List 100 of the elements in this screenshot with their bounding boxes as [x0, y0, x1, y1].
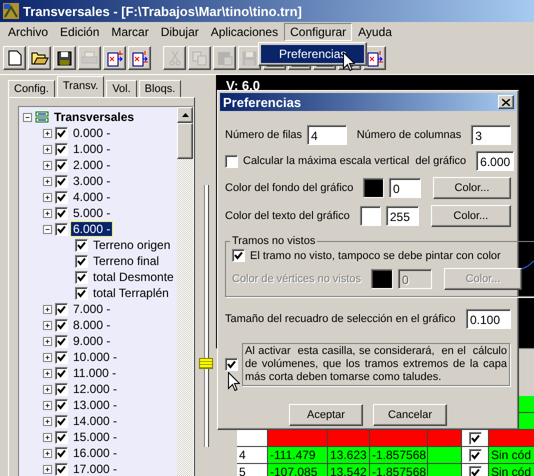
expand-icon[interactable] [43, 464, 52, 474]
checkbox[interactable] [55, 142, 68, 156]
checkbox[interactable] [55, 206, 68, 220]
tab[interactable]: Vol. [106, 80, 137, 97]
checkbox[interactable] [55, 446, 68, 460]
slider-thumb[interactable] [198, 358, 212, 368]
checkbox[interactable] [232, 249, 245, 262]
tree-item[interactable]: 8.000 - [71, 318, 112, 332]
tree-item[interactable]: 0.000 - [71, 126, 112, 140]
expand-icon[interactable] [43, 448, 52, 458]
checkbox[interactable] [55, 318, 68, 332]
expand-icon[interactable] [43, 352, 52, 362]
menu-item[interactable]: Marcar [105, 23, 155, 41]
expand-icon[interactable] [43, 432, 52, 442]
tree-item[interactable]: 5.000 - [71, 206, 112, 220]
tree-item[interactable]: 15.000 - [71, 430, 120, 444]
tree-item[interactable]: 14.000 - [71, 414, 120, 428]
expand-icon[interactable] [43, 160, 52, 170]
color-button[interactable]: Color... [430, 205, 512, 227]
checkbox[interactable] [55, 190, 68, 204]
menu-item[interactable]: Configurar [284, 23, 352, 41]
scrollbar-thumb[interactable] [177, 123, 193, 159]
expand-icon[interactable] [43, 400, 52, 410]
checkbox[interactable] [225, 154, 238, 168]
input-field[interactable]: 6.000 [476, 151, 514, 171]
tree-item[interactable]: 2.000 - [71, 158, 112, 172]
tree-item[interactable]: total Terraplén [91, 286, 171, 300]
toolbar-button[interactable] [3, 46, 26, 70]
expand-icon[interactable] [43, 384, 52, 394]
tree-item[interactable]: 13.000 - [71, 398, 120, 412]
checkbox[interactable] [55, 398, 68, 412]
checkbox[interactable] [55, 366, 68, 380]
menu-item[interactable]: Dibujar [154, 23, 205, 41]
checkbox[interactable] [55, 430, 68, 444]
collapse-icon[interactable] [23, 112, 32, 122]
tree-item[interactable]: Terreno origen [91, 238, 172, 252]
scroll-up-icon[interactable] [182, 113, 188, 117]
dialog-button[interactable]: Aceptar [289, 404, 363, 426]
tab[interactable]: Bloqs. [138, 80, 182, 97]
tree-item[interactable]: 17.000 - [71, 462, 120, 476]
input-field[interactable]: 0.100 [466, 309, 511, 329]
tab[interactable]: Transv. [56, 76, 104, 97]
tree-item[interactable]: 4.000 - [71, 190, 112, 204]
checkbox[interactable] [75, 238, 88, 252]
toolbar-button[interactable] [363, 46, 386, 70]
checkbox[interactable] [468, 448, 482, 462]
tree-item[interactable]: Terreno final [91, 254, 162, 268]
toolbar-button[interactable] [103, 46, 126, 70]
expand-icon[interactable] [43, 176, 52, 186]
toolbar-button[interactable] [28, 46, 51, 70]
checkbox[interactable] [468, 466, 482, 476]
expand-icon[interactable] [43, 128, 52, 138]
expand-icon[interactable] [43, 368, 52, 378]
expand-icon[interactable] [43, 416, 52, 426]
input-field[interactable]: 3 [471, 125, 511, 145]
expand-icon[interactable] [43, 304, 52, 314]
expand-icon[interactable] [43, 144, 52, 154]
tree-item[interactable]: 10.000 - [71, 350, 120, 364]
input-field[interactable]: 255 [386, 206, 419, 226]
checkbox[interactable] [55, 350, 68, 364]
checkbox[interactable] [55, 302, 68, 316]
checkbox[interactable] [75, 270, 88, 284]
tree-item[interactable]: 11.000 - [71, 366, 118, 380]
tree-item[interactable]: total Desmonte [91, 270, 176, 284]
checkbox[interactable] [55, 334, 68, 348]
tree-item[interactable]: Transversales [52, 110, 136, 124]
tree-item[interactable]: 7.000 - [71, 302, 112, 316]
tree-item[interactable]: 12.000 - [71, 382, 120, 396]
expand-icon[interactable] [43, 192, 52, 202]
menu-option[interactable]: Preferencias [261, 45, 364, 63]
checkbox[interactable] [55, 414, 68, 428]
expand-icon[interactable] [43, 208, 52, 218]
tree-item[interactable]: 3.000 - [71, 174, 112, 188]
toolbar-button[interactable] [53, 46, 76, 70]
menu-item[interactable]: Ayuda [352, 23, 398, 41]
input-field[interactable]: 0 [388, 178, 422, 198]
collapse-icon[interactable] [43, 224, 52, 234]
menu-item[interactable]: Aplicaciones [204, 23, 284, 41]
checkbox[interactable] [55, 222, 68, 236]
checkbox[interactable] [55, 382, 68, 396]
close-button[interactable] [498, 95, 514, 109]
tree-item[interactable]: 1.000 - [71, 142, 112, 156]
menu-item[interactable]: Edición [54, 23, 106, 41]
tree-item[interactable]: 6.000 - [71, 222, 112, 236]
expand-icon[interactable] [43, 320, 52, 330]
tree-item[interactable]: 16.000 - [71, 446, 120, 460]
checkbox[interactable] [225, 358, 238, 371]
checkbox[interactable] [75, 286, 88, 300]
scrollbar[interactable] [177, 107, 193, 476]
checkbox[interactable] [468, 432, 482, 444]
color-button[interactable]: Color... [432, 177, 511, 199]
menu-item[interactable]: Archivo [2, 23, 54, 41]
tree-item[interactable]: 9.000 - [71, 334, 112, 348]
input-field[interactable]: 4 [307, 125, 347, 145]
checkbox[interactable] [55, 126, 68, 140]
expand-icon[interactable] [43, 336, 52, 346]
tab[interactable]: Config. [8, 80, 55, 97]
checkbox[interactable] [55, 174, 68, 188]
checkbox[interactable] [75, 254, 88, 268]
toolbar-button[interactable] [128, 46, 151, 70]
